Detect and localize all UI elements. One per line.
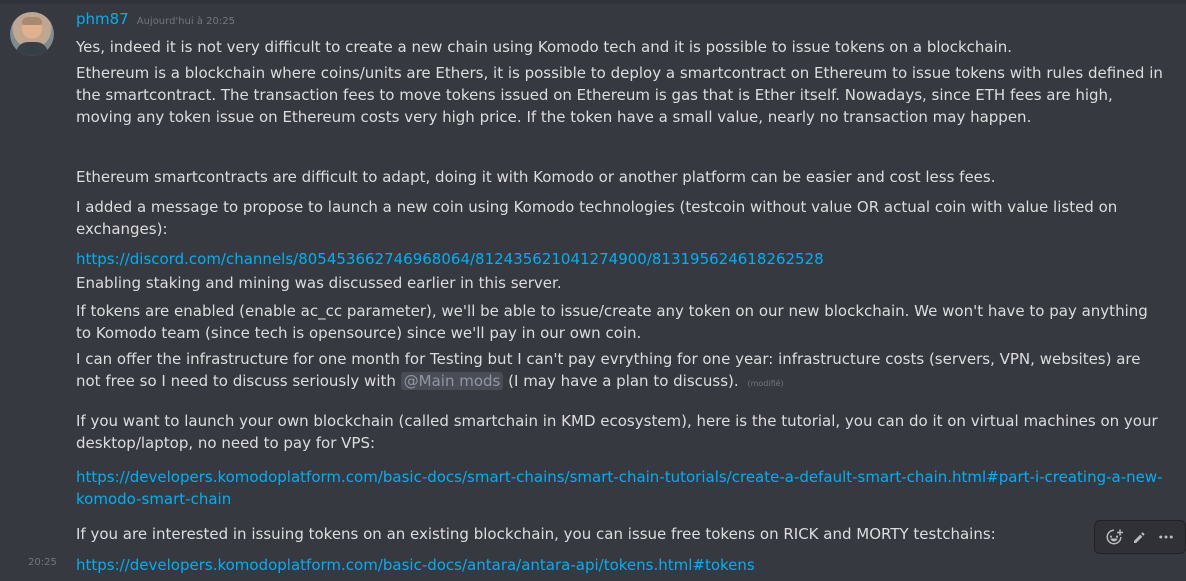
edit-icon	[1134, 532, 1145, 543]
add-reaction-button[interactable]	[1103, 526, 1125, 548]
more-button[interactable]	[1155, 526, 1177, 548]
tutorial-link[interactable]: https://developers.komodoplatform.com/ba…	[76, 466, 1166, 510]
edited-label: (modifié)	[747, 379, 784, 388]
edit-button[interactable]	[1129, 526, 1151, 548]
message-group: phm87 Aujourd'hui à 20:25 Yes, indeed it…	[0, 0, 1186, 581]
message-header: phm87 Aujourd'hui à 20:25	[76, 10, 235, 30]
discord-link-text[interactable]: https://discord.com/channels/80545366274…	[76, 250, 824, 268]
message-line: Yes, indeed it is not very difficult to …	[76, 38, 1013, 56]
message-paragraph: Ethereum is a blockchain where coins/uni…	[76, 64, 1163, 126]
message-paragraph: If you want to launch your own blockchai…	[76, 412, 1158, 452]
message-paragraph: If tokens are enabled (enable ac_cc para…	[76, 302, 1148, 342]
tutorial-link-text[interactable]: https://developers.komodoplatform.com/ba…	[76, 468, 1163, 508]
message-text: (I may have a plan to discuss).	[508, 372, 739, 390]
message-line: Enabling staking and mining was discusse…	[76, 274, 562, 292]
add-reaction-icon	[1106, 529, 1123, 545]
message-timestamp: Aujourd'hui à 20:25	[136, 16, 235, 27]
message-paragraph: I added a message to propose to launch a…	[76, 198, 1118, 238]
tokens-link[interactable]: https://developers.komodoplatform.com/ba…	[76, 554, 1166, 576]
username[interactable]: phm87	[76, 10, 129, 28]
message-line: Ethereum smartcontracts are difficult to…	[76, 168, 996, 186]
hover-timestamp: 20:25	[28, 557, 57, 568]
discord-link[interactable]: https://discord.com/channels/80545366274…	[76, 248, 1166, 270]
avatar-hair	[22, 17, 42, 25]
mention[interactable]: @Main mods	[400, 372, 504, 390]
more-icon	[1159, 535, 1173, 539]
tokens-link-text[interactable]: https://developers.komodoplatform.com/ba…	[76, 556, 755, 574]
message-paragraph-with-mention: I can offer the infrastructure for one m…	[76, 348, 1166, 395]
message-toolbar	[1094, 520, 1186, 554]
avatar-body	[16, 42, 48, 56]
message-line: If you are interested in issuing tokens …	[76, 525, 996, 543]
avatar[interactable]	[10, 12, 54, 56]
